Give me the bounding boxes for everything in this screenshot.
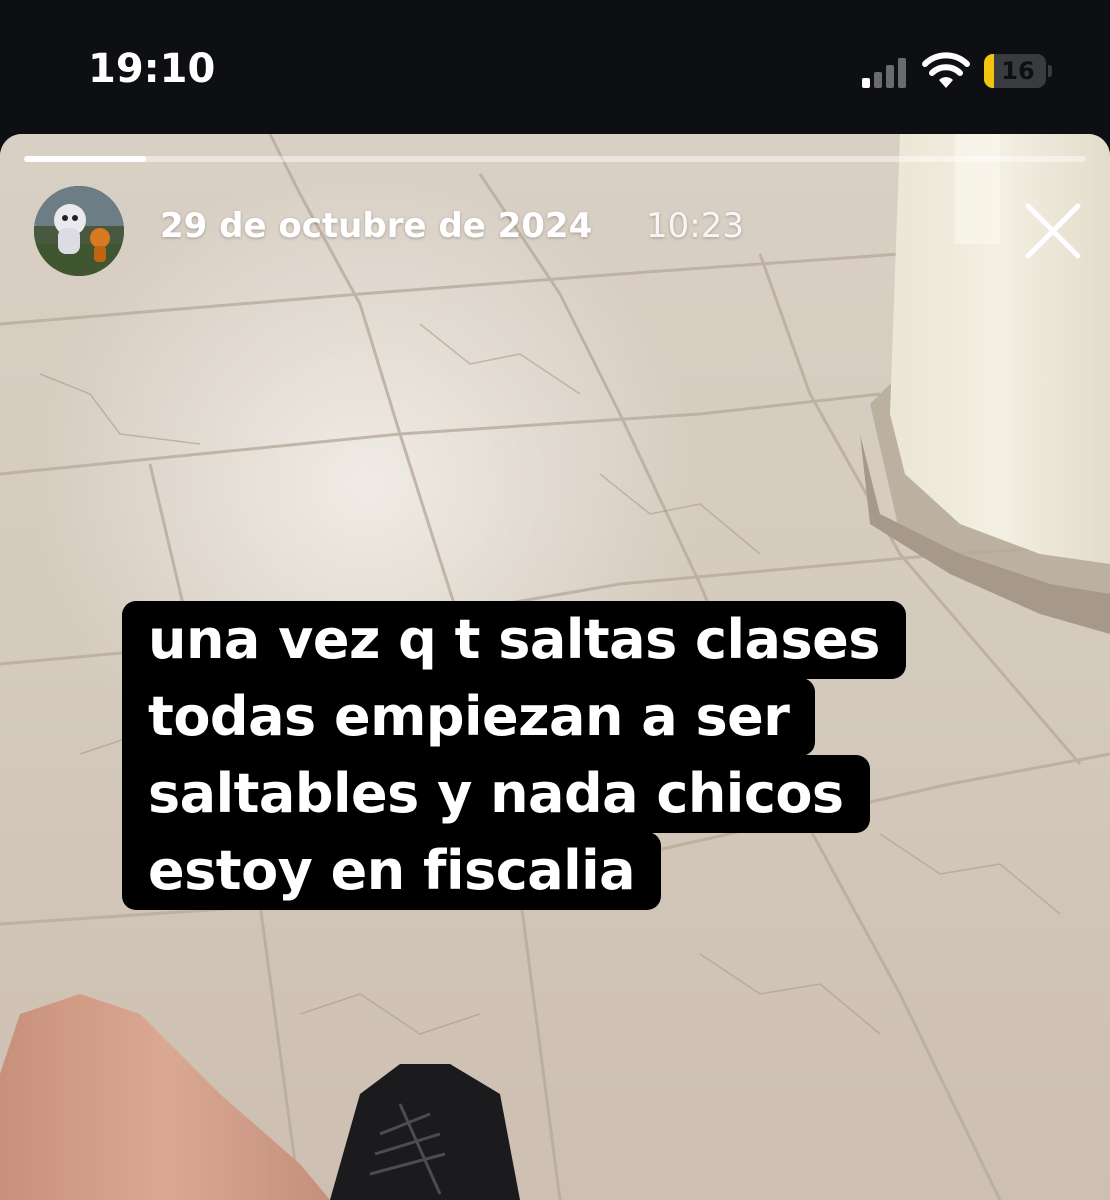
story-progress-fill [24,156,147,162]
status-bar: 19:10 16 [0,0,1110,134]
battery-icon: 16 [984,54,1052,88]
avatar[interactable] [34,186,124,276]
status-time: 19:10 [88,46,216,92]
cellular-signal-icon [862,58,906,88]
caption-line: todas empiezan a ser [122,678,816,756]
wifi-icon [922,52,970,88]
story-date: 29 de octubre de 2024 [160,206,593,246]
avatar-image [34,186,124,276]
story-time: 10:23 [646,206,744,246]
caption-line: estoy en fiscalia [122,832,662,910]
caption-line: una vez q t saltas clases [122,601,906,679]
close-icon[interactable] [1020,198,1086,264]
story-card[interactable]: 29 de octubre de 2024 10:23 una vez q t … [0,134,1110,1200]
story-caption: una vez q t saltas clases todas empiezan… [122,601,942,910]
caption-line: saltables y nada chicos [122,755,870,833]
battery-level: 16 [1001,57,1035,85]
story-progress-bar [24,156,1086,162]
